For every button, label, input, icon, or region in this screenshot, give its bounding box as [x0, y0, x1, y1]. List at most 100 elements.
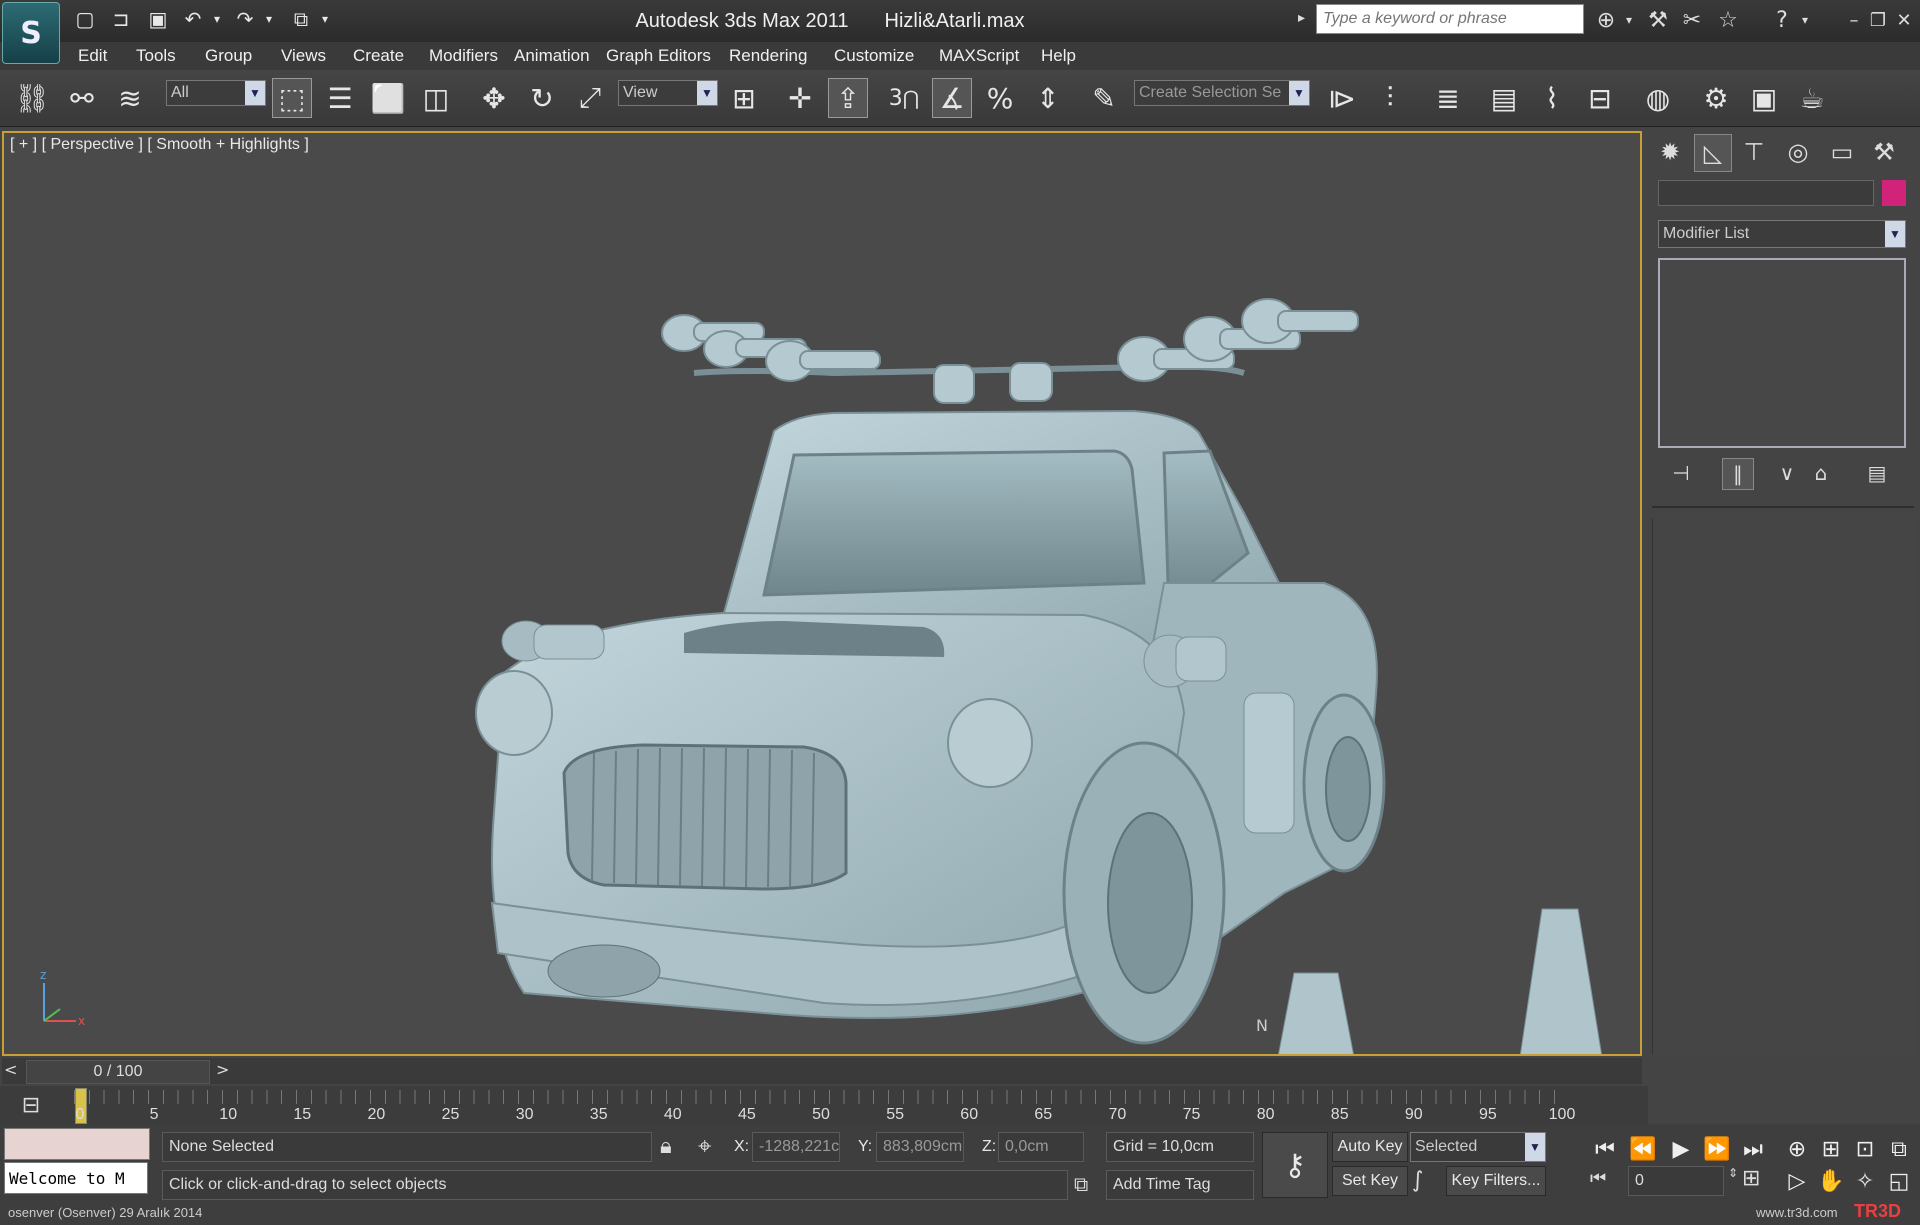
save-file-icon[interactable]: ▣ [145, 6, 171, 32]
binoculars-icon[interactable]: ⊕ [1592, 6, 1620, 34]
perspective-viewport[interactable]: z x N [2, 131, 1642, 1056]
chevron-down-icon[interactable]: ▼ [1885, 221, 1905, 247]
chevron-down-icon[interactable]: ▼ [245, 81, 265, 105]
unlink-selection-icon[interactable]: ⚯ [62, 78, 102, 118]
menu-create[interactable]: Create [353, 44, 404, 68]
default-tangents-icon[interactable]: ∫ [1412, 1168, 1423, 1193]
modify-tab-icon[interactable]: ◺ [1694, 134, 1732, 172]
show-end-result-icon[interactable]: ∥ [1722, 458, 1754, 490]
help-dropdown-icon[interactable]: ▾ [1798, 6, 1812, 34]
x-coordinate-field[interactable]: -1288,221c [752, 1132, 840, 1162]
menu-customize[interactable]: Customize [834, 44, 914, 68]
maxscript-mini-listener-top[interactable] [4, 1128, 150, 1160]
communication-center-icon[interactable]: ✂ [1678, 6, 1706, 34]
rendered-frame-window-icon[interactable]: ▣ [1744, 78, 1784, 118]
hierarchy-tab-icon[interactable]: ⊤ [1736, 134, 1772, 170]
menu-help[interactable]: Help [1041, 44, 1076, 68]
edit-named-selection-icon[interactable]: ✎ [1084, 78, 1124, 118]
close-icon[interactable]: ✕ [1892, 8, 1916, 32]
go-to-start-icon[interactable]: ⏮ [1588, 1134, 1622, 1164]
set-key-button[interactable]: Set Key [1332, 1166, 1408, 1196]
favorites-star-icon[interactable]: ☆ [1714, 6, 1742, 34]
previous-key-icon[interactable]: ⏪ [1626, 1134, 1660, 1164]
angle-snap-icon[interactable]: ∡ [932, 78, 972, 118]
add-time-tag-button[interactable]: Add Time Tag [1106, 1170, 1254, 1200]
configure-modifier-sets-icon[interactable]: ▤ [1862, 458, 1892, 488]
render-teapot-icon[interactable]: ☕ [1792, 78, 1832, 118]
select-by-name-icon[interactable]: ☰ [320, 78, 360, 118]
next-key-icon[interactable]: ⏩ [1700, 1134, 1734, 1164]
zoom-icon[interactable]: ⊕ [1780, 1134, 1814, 1164]
quick-access-dropdown-icon[interactable]: ▾ [318, 6, 332, 32]
reference-coordinate-dropdown[interactable]: View ▼ [618, 80, 718, 106]
menu-animation[interactable]: Animation [514, 44, 590, 68]
pan-view-icon[interactable]: ✋ [1814, 1166, 1848, 1196]
menu-edit[interactable]: Edit [78, 44, 107, 68]
auto-key-button[interactable]: Auto Key [1332, 1132, 1408, 1162]
search-expand-icon[interactable]: ▸ [1298, 10, 1305, 26]
menu-graph-editors[interactable]: Graph Editors [606, 44, 711, 68]
select-and-rotate-icon[interactable]: ↻ [522, 78, 562, 118]
isolate-selection-icon[interactable]: ⧉ [1074, 1172, 1088, 1196]
selection-lock-icon[interactable]: 🔒︎ [660, 1134, 672, 1159]
absolute-offset-mode-icon[interactable]: ⌖ [698, 1132, 712, 1160]
spinner-snap-icon[interactable]: ⇕ [1028, 78, 1068, 118]
redo-dropdown-icon[interactable]: ▾ [262, 6, 276, 32]
make-unique-icon[interactable]: ∨ [1772, 458, 1802, 488]
pivot-center-icon[interactable]: ⊞ [724, 78, 764, 118]
select-and-scale-icon[interactable]: ⤢ [570, 78, 610, 118]
zoom-all-icon[interactable]: ⊞ [1814, 1134, 1848, 1164]
open-file-icon[interactable]: ⊐ [108, 6, 134, 32]
chevron-down-icon[interactable]: ▼ [1289, 81, 1309, 105]
undo-icon[interactable]: ↶ [180, 6, 206, 32]
time-slider-thumb[interactable]: 0 / 100 [26, 1060, 210, 1084]
graphite-modeling-icon[interactable]: ▤ [1484, 78, 1524, 118]
new-file-icon[interactable]: ▢ [72, 6, 98, 32]
pin-stack-icon[interactable]: ⊣ [1666, 458, 1696, 488]
go-to-end-icon[interactable]: ⏭ [1736, 1134, 1770, 1164]
schematic-view-icon[interactable]: ⊟ [1580, 78, 1620, 118]
key-filters-button[interactable]: Key Filters... [1446, 1166, 1546, 1196]
menu-rendering[interactable]: Rendering [729, 44, 807, 68]
search-options-dropdown-icon[interactable]: ▾ [1622, 6, 1636, 34]
align-icon[interactable]: ⫶ [1370, 78, 1410, 118]
render-setup-icon[interactable]: ⚙ [1696, 78, 1736, 118]
menu-modifiers[interactable]: Modifiers [429, 44, 498, 68]
select-and-manipulate-icon[interactable]: ✛ [780, 78, 820, 118]
window-crossing-icon[interactable]: ◫ [416, 78, 456, 118]
select-object-icon[interactable]: ⬚ [272, 78, 312, 118]
redo-icon[interactable]: ↷ [232, 6, 258, 32]
percent-snap-icon[interactable]: % [980, 78, 1020, 118]
object-color-swatch[interactable] [1882, 180, 1906, 206]
help-icon[interactable]: ? [1768, 6, 1796, 34]
orbit-icon[interactable]: ✧ [1848, 1166, 1882, 1196]
snaps-toggle-icon[interactable]: 3 ⋂ [884, 78, 924, 118]
current-frame-field[interactable]: 0 [1628, 1166, 1724, 1196]
layer-manager-icon[interactable]: ≣ [1428, 78, 1468, 118]
maximize-viewport-icon[interactable]: ◱ [1882, 1166, 1916, 1196]
next-frame-icon[interactable]: > [216, 1060, 229, 1079]
undo-dropdown-icon[interactable]: ▾ [210, 6, 224, 32]
minimize-icon[interactable]: – [1842, 8, 1866, 32]
search-input[interactable] [1316, 4, 1584, 34]
y-coordinate-field[interactable]: 883,809cm [876, 1132, 964, 1162]
select-and-link-icon[interactable]: ⛓ [12, 78, 52, 118]
remove-modifier-icon[interactable]: ⌂ [1806, 458, 1836, 488]
zoom-extents-icon[interactable]: ⊡ [1848, 1134, 1882, 1164]
key-mode-dropdown[interactable]: Selected ▼ [1410, 1132, 1546, 1162]
viewport-label-menu[interactable]: [ + ] [ Perspective ] [ Smooth + Highlig… [10, 136, 309, 154]
play-icon[interactable]: ▶ [1664, 1134, 1698, 1164]
restore-icon[interactable]: ❐ [1866, 8, 1890, 32]
key-mode-toggle-icon[interactable]: ⏮ [1590, 1168, 1606, 1189]
utilities-tab-icon[interactable]: ⚒ [1866, 134, 1902, 170]
previous-frame-icon[interactable]: < [4, 1060, 17, 1079]
set-key-icon[interactable]: ⚷ [1262, 1132, 1328, 1198]
zoom-extents-all-icon[interactable]: ⧉ [1882, 1134, 1916, 1164]
frame-spinner-icon[interactable]: ⇕ [1728, 1166, 1738, 1180]
z-coordinate-field[interactable]: 0,0cm [998, 1132, 1084, 1162]
field-of-view-icon[interactable]: ▷ [1780, 1166, 1814, 1196]
subscription-center-icon[interactable]: ⚒ [1644, 6, 1672, 34]
menu-group[interactable]: Group [205, 44, 252, 68]
display-tab-icon[interactable]: ▭ [1824, 134, 1860, 170]
menu-tools[interactable]: Tools [136, 44, 176, 68]
